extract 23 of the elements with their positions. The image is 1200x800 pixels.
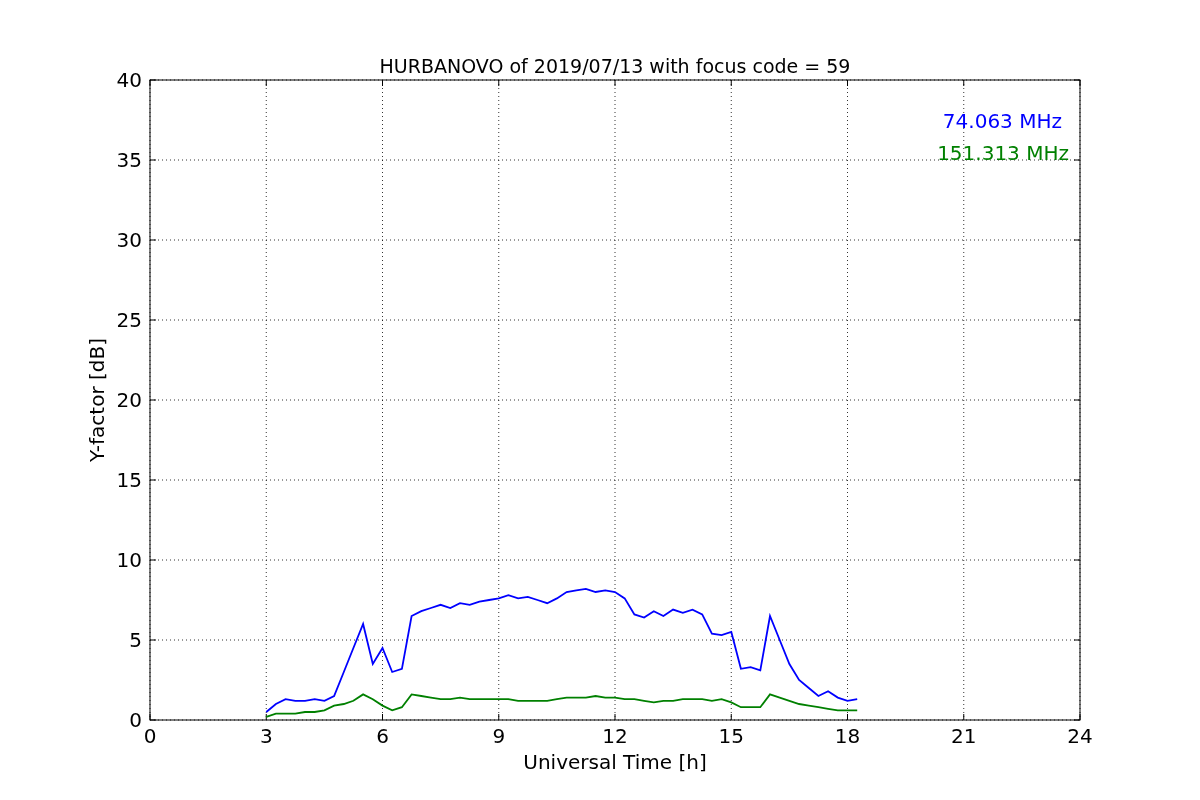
tick-label: 3 [259, 724, 273, 748]
tick-label: 21 [951, 724, 977, 748]
tick-label: 24 [1067, 724, 1093, 748]
tick-label: 18 [834, 724, 861, 748]
legend-label: 74.063 MHz [942, 109, 1062, 133]
chart-title: HURBANOVO of 2019/07/13 with focus code = 59 [379, 55, 851, 77]
tick-label: 5 [129, 628, 142, 652]
tick-label: 15 [116, 468, 142, 492]
tick-label: 10 [116, 548, 142, 572]
tick-label: 6 [376, 724, 389, 748]
tick-label: 9 [492, 724, 506, 748]
tick-label: 35 [116, 148, 142, 172]
legend-label: 151.313 MHz [937, 141, 1069, 165]
tick-label: 0 [143, 724, 157, 748]
tick-label: 20 [116, 388, 142, 412]
tick-label: 30 [116, 228, 142, 252]
tick-label: 40 [116, 68, 142, 92]
tick-label: 25 [116, 308, 142, 332]
tick-label: 0 [129, 708, 142, 732]
x-axis-label: Universal Time [h] [523, 750, 707, 774]
tick-label: 12 [602, 724, 628, 748]
tick-label: 15 [718, 724, 744, 748]
y-axis-label: Y-factor [dB] [85, 338, 109, 462]
